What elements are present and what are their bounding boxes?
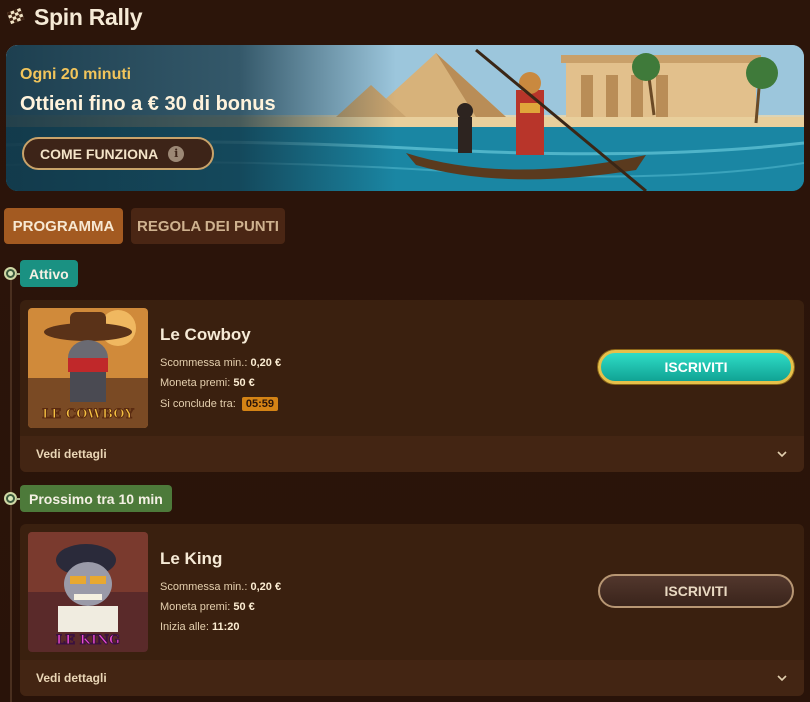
tab-schedule[interactable]: PROGRAMMA <box>4 208 123 244</box>
thumb-logo: LE COWBOY <box>42 407 134 422</box>
details-toggle[interactable]: Vedi dettagli <box>20 660 804 696</box>
thumb-logo: LE KING <box>56 633 120 648</box>
banner-headline: Ottieni fino a € 30 di bonus <box>20 93 276 115</box>
game-title: Le King <box>160 549 223 568</box>
page-header: Spin Rally <box>6 2 143 32</box>
tournament-card: LE KING Le King Scommessa min.: 0,20 € M… <box>20 524 804 696</box>
details-label: Vedi dettagli <box>36 671 107 685</box>
le-cowboy-art: LE COWBOY <box>28 308 148 428</box>
start-time: 11:20 <box>211 621 240 633</box>
details-label: Vedi dettagli <box>36 447 107 461</box>
prize-value: 50 € <box>233 377 255 389</box>
min-bet-row: Scommessa min.: 0,20 € <box>160 357 282 369</box>
game-thumbnail[interactable]: LE COWBOY <box>28 308 148 428</box>
banner-subtitle: Ogni 20 minuti <box>20 66 132 83</box>
info-icon: i <box>168 145 185 162</box>
le-king-art: LE KING <box>28 532 148 652</box>
starts-at-row: Inizia alle: 11:20 <box>160 621 240 633</box>
prize-row: Moneta premi: 50 € <box>160 377 255 389</box>
page-title: Spin Rally <box>34 3 143 30</box>
details-toggle[interactable]: Vedi dettagli <box>20 436 804 472</box>
tab-point-rules[interactable]: REGOLA DEI PUNTI <box>131 208 285 244</box>
status-badge: Prossimo tra 10 min <box>20 485 172 512</box>
prize-row: Moneta premi: 50 € <box>160 601 255 613</box>
game-thumbnail[interactable]: LE KING <box>28 532 148 652</box>
ends-in-row: Si conclude tra: 05:59 <box>160 397 279 411</box>
chevron-down-icon <box>777 451 787 458</box>
checkered-flag-icon <box>7 8 25 25</box>
promo-banner: Ogni 20 minuti Ottieni fino a € 30 di bo… <box>6 45 804 191</box>
timeline-line <box>10 272 12 702</box>
tournament-card: LE COWBOY Le Cowboy Scommessa min.: 0,20… <box>20 300 804 472</box>
min-bet-value: 0,20 € <box>250 581 282 593</box>
min-bet-value: 0,20 € <box>250 357 282 369</box>
join-button[interactable]: ISCRIVITI <box>598 574 794 608</box>
how-it-works-label: COME FUNZIONA <box>40 145 159 162</box>
how-it-works-button[interactable]: COME FUNZIONA i <box>22 137 214 170</box>
game-title: Le Cowboy <box>160 325 251 344</box>
spin-rally-page: Spin Rally Ogni 20 minuti Ottieni fino a… <box>0 0 810 702</box>
chevron-down-icon <box>777 675 787 682</box>
countdown-timer: 05:59 <box>241 397 279 411</box>
join-button[interactable]: ISCRIVITI <box>598 350 794 384</box>
status-badge: Attivo <box>20 260 78 287</box>
prize-value: 50 € <box>233 601 255 613</box>
min-bet-row: Scommessa min.: 0,20 € <box>160 581 282 593</box>
